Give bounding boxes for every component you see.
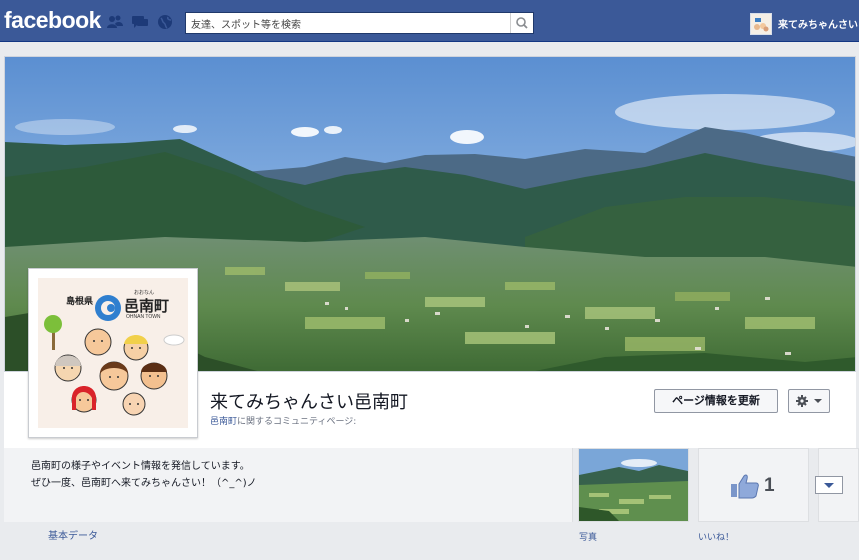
- logo-romaji: OHNAN TOWN: [126, 314, 161, 320]
- ohnan-town-logo: 島根県 おおなん 邑南町 OHNAN TOWN: [38, 278, 188, 428]
- likes-label[interactable]: いいね！: [698, 530, 734, 543]
- search-button[interactable]: [510, 13, 533, 33]
- about-line-1: 邑南町の様子やイベント情報を発信しています。: [31, 461, 250, 472]
- top-navigation-bar: facebook 来てみちゃんさい: [0, 0, 859, 42]
- user-name-link[interactable]: 来てみちゃんさい: [778, 16, 858, 31]
- logo-town-name: 邑南町: [124, 297, 170, 315]
- likes-tile[interactable]: [698, 448, 809, 522]
- about-section: 邑南町の様子やイベント情報を発信しています。 ぜひ一度、邑南町へ来てみちゃんさい…: [4, 448, 573, 522]
- chevron-down-icon: [824, 483, 834, 488]
- user-avatar-image: [751, 14, 771, 34]
- search-input[interactable]: [191, 16, 511, 35]
- category-text: に関するコミュニティページ:: [237, 417, 357, 427]
- friend-requests-icon[interactable]: [106, 14, 124, 30]
- photos-label[interactable]: 写真: [579, 530, 597, 543]
- profile-picture[interactable]: 島根県 おおなん 邑南町 OHNAN TOWN: [28, 268, 198, 438]
- page-category: 邑南町に関するコミュニティページ:: [210, 414, 356, 427]
- page-title: 来てみちゃんさい邑南町: [210, 392, 408, 413]
- about-line-2: ぜひ一度、邑南町へ来てみちゃんさい！（^_^)ノ: [31, 478, 257, 489]
- likes-count: 1: [764, 475, 775, 496]
- messages-icon[interactable]: [131, 14, 149, 30]
- photos-thumbnail-image: [579, 449, 688, 521]
- gear-icon: [796, 395, 822, 407]
- search-box: [185, 12, 534, 35]
- logo-prefecture: 島根県: [66, 297, 94, 307]
- facebook-logo[interactable]: facebook: [4, 7, 101, 34]
- photos-tile[interactable]: [578, 448, 689, 522]
- notifications-globe-icon[interactable]: [156, 14, 174, 30]
- thumbs-up-icon: [731, 474, 759, 499]
- update-page-info-button[interactable]: ページ情報を更新: [654, 389, 778, 413]
- category-link[interactable]: 邑南町: [210, 417, 237, 427]
- basic-data-link[interactable]: 基本データ: [48, 527, 98, 542]
- search-icon: [516, 17, 528, 29]
- more-apps-button[interactable]: [815, 476, 843, 494]
- user-avatar[interactable]: [750, 13, 772, 35]
- settings-dropdown-button[interactable]: [788, 389, 830, 413]
